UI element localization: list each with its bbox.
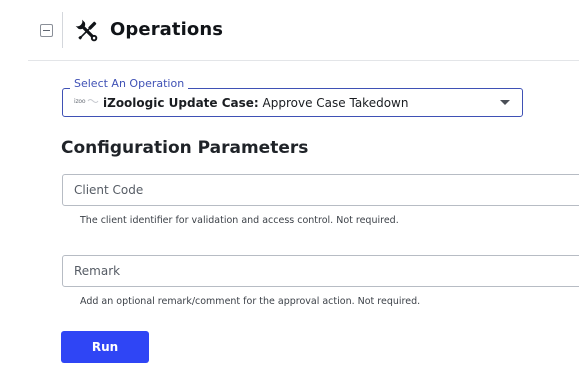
caret-down-icon[interactable]: [500, 100, 510, 105]
client-code-field[interactable]: [62, 174, 579, 206]
operation-action-name: Approve Case Takedown: [258, 96, 409, 110]
client-code-help: The client identifier for validation and…: [80, 215, 399, 226]
remark-input[interactable]: [63, 256, 579, 286]
section-title: Configuration Parameters: [61, 138, 309, 158]
remark-field[interactable]: [62, 255, 579, 287]
remark-help: Add an optional remark/comment for the a…: [80, 296, 421, 307]
header-divider: [62, 12, 63, 48]
wrench-screwdriver-icon: [75, 19, 98, 42]
run-button[interactable]: Run: [61, 331, 149, 363]
header-rule: [28, 60, 579, 61]
operation-app-name: iZoologic Update Case: Approve Case Take…: [103, 96, 409, 110]
page-title: Operations: [110, 19, 224, 40]
operations-header: Operations: [0, 0, 579, 62]
select-legend: Select An Operation: [70, 77, 189, 90]
client-code-input[interactable]: [63, 175, 579, 205]
app-logo-icon: [87, 99, 99, 103]
collapse-icon[interactable]: [40, 24, 53, 37]
operation-select[interactable]: izoo iZoologic Update Case: Approve Case…: [62, 88, 523, 117]
app-logo: izoo: [74, 98, 86, 105]
